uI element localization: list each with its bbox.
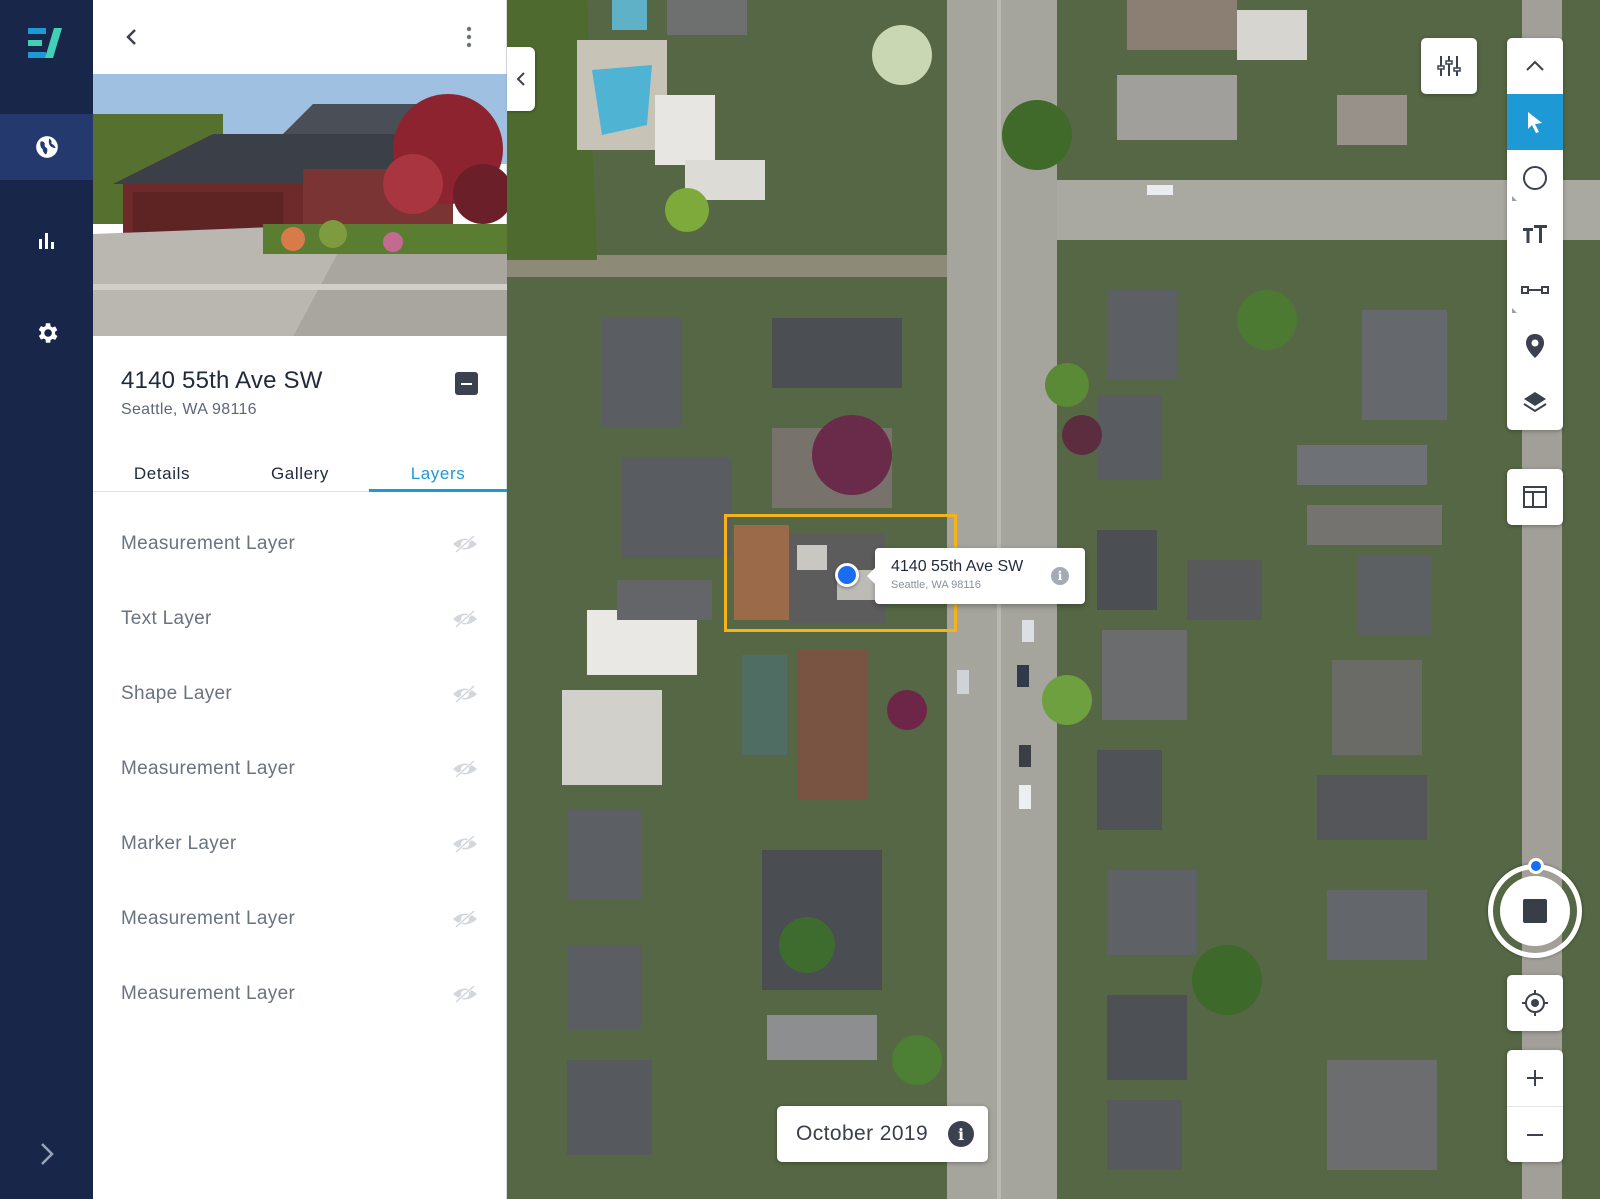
pointer-icon [1528,112,1542,133]
callout-title: 4140 55th Ave SW [891,558,1024,575]
capture-handle[interactable] [1528,858,1544,874]
layer-item[interactable]: Marker Layer [93,806,507,881]
nav-settings[interactable] [0,300,93,366]
collapse-panel-button[interactable] [507,47,535,111]
layer-label: Shape Layer [121,682,233,704]
layer-item[interactable]: Measurement Layer [93,956,507,1031]
shape-tool[interactable] [1507,150,1563,206]
nav-rail [0,0,93,1199]
chevron-left-icon [516,72,525,86]
expand-rail-button[interactable] [30,1137,64,1171]
eagleview-logo [28,28,62,58]
split-view-button[interactable] [1507,469,1563,525]
nav-globe[interactable] [0,114,93,180]
tab-details[interactable]: Details [93,450,231,491]
layer-label: Measurement Layer [121,757,296,779]
collapse-toolbar-button[interactable] [1507,38,1563,94]
info-icon[interactable]: i [1051,567,1069,585]
chevron-right-icon [41,1143,54,1165]
chevron-up-icon [1526,60,1544,71]
property-panel: 4140 55th Ave SW Seattle, WA 98116 Detai… [93,0,507,1199]
eye-off-icon[interactable] [451,758,479,780]
sliders-icon [1437,56,1461,76]
tab-gallery[interactable]: Gallery [231,450,369,491]
measure-tool[interactable] [1507,262,1563,318]
eye-off-icon[interactable] [451,608,479,630]
layer-list: Measurement Layer Text Layer Shape Layer… [93,506,507,1031]
layer-item[interactable]: Measurement Layer [93,881,507,956]
panel-header [93,0,507,74]
layer-item[interactable]: Shape Layer [93,656,507,731]
globe-icon [35,136,58,158]
plus-icon [1527,1070,1543,1086]
layer-label: Marker Layer [121,832,237,854]
callout-subtitle: Seattle, WA 98116 [891,579,981,591]
capture-inner [1500,876,1570,946]
filter-button[interactable] [1421,38,1477,94]
marker-pin-icon [1526,334,1544,358]
panel-tabs: Details Gallery Layers [93,450,507,492]
imagery-date-chip[interactable]: October 2019 i [777,1106,988,1162]
layer-item[interactable]: Measurement Layer [93,506,507,581]
marker-tool[interactable] [1507,318,1563,374]
zoom-in-button[interactable] [1507,1050,1563,1106]
minus-icon [1527,1133,1543,1136]
property-callout[interactable]: 4140 55th Ave SW Seattle, WA 98116 i [867,548,1085,604]
layer-item[interactable]: Text Layer [93,581,507,656]
text-tool[interactable] [1507,206,1563,262]
more-vertical-icon [466,26,472,48]
info-icon[interactable]: i [948,1121,974,1147]
nav-analytics[interactable] [0,208,93,274]
property-pin[interactable] [835,563,859,587]
eye-off-icon[interactable] [451,533,479,555]
chevron-left-icon [126,29,136,45]
split-view-icon [1523,486,1547,508]
address-block: 4140 55th Ave SW Seattle, WA 98116 [121,367,481,419]
eye-off-icon[interactable] [451,908,479,930]
tab-layers[interactable]: Layers [369,450,507,492]
address-title: 4140 55th Ave SW [121,367,323,394]
property-photo [93,74,507,336]
locate-button[interactable] [1507,975,1563,1031]
zoom-controls [1507,1050,1563,1162]
crosshair-icon [1522,990,1548,1016]
address-subtitle: Seattle, WA 98116 [121,401,257,418]
gear-icon [38,323,57,343]
eye-off-icon[interactable] [451,833,479,855]
imagery-date: October 2019 [796,1122,929,1145]
layer-label: Measurement Layer [121,907,296,929]
bar-chart-icon [38,233,54,249]
zoom-out-button[interactable] [1507,1106,1563,1162]
submenu-indicator [1512,196,1517,201]
circle-icon [1523,166,1547,190]
eye-off-icon[interactable] [451,983,479,1005]
app-root: 4140 55th Ave SW Seattle, WA 98116 Detai… [0,0,1600,1199]
submenu-indicator [1512,308,1517,313]
layer-item[interactable]: Measurement Layer [93,731,507,806]
select-tool[interactable] [1507,94,1563,150]
layer-label: Measurement Layer [121,532,296,554]
back-button[interactable] [115,21,147,53]
measure-icon [1521,286,1549,294]
layers-icon [1523,392,1547,413]
layer-label: Measurement Layer [121,982,296,1004]
layers-tool[interactable] [1507,374,1563,430]
text-size-icon [1523,225,1547,243]
map-toolbar [1507,38,1563,430]
layer-label: Text Layer [121,607,212,629]
capture-button[interactable] [1488,858,1582,958]
stop-icon [1523,899,1547,923]
more-options-button[interactable] [453,21,485,53]
collapse-button[interactable] [455,372,478,395]
eye-off-icon[interactable] [451,683,479,705]
